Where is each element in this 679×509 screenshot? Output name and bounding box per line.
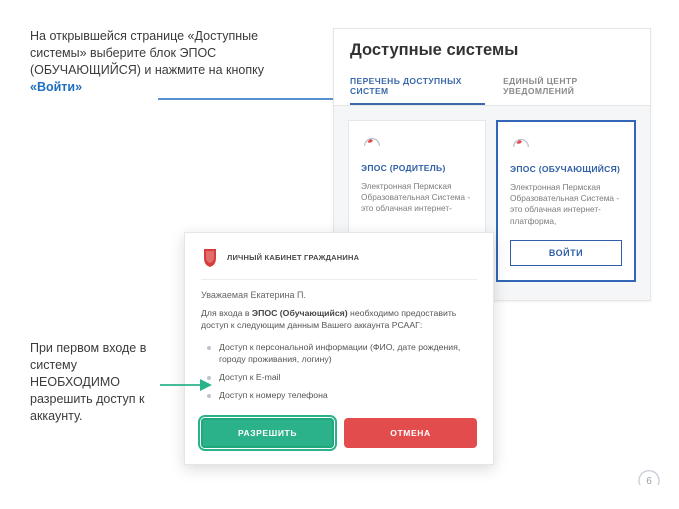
allow-button[interactable]: РАЗРЕШИТЬ [201,418,334,448]
instruction-top-text: На открывшейся странице «Доступные систе… [30,29,264,77]
coat-of-arms-icon [201,247,219,269]
modal-brand: ЛИЧНЫЙ КАБИНЕТ ГРАЖДАНИНА [201,247,477,269]
card-description: Электронная Пермская Образовательная Сис… [510,182,622,228]
epos-icon [510,134,532,156]
instruction-bottom: При первом входе в систему НЕОБХОДИМО ра… [30,340,160,424]
list-item: Доступ к номеру телефона [205,387,477,405]
cancel-button[interactable]: ОТМЕНА [344,418,477,448]
consent-list: Доступ к персональной информации (ФИО, д… [201,339,477,404]
card-epos-student[interactable]: ЭПОС (ОБУЧАЮЩИЙСЯ) Электронная Пермская … [496,120,636,282]
page-number: 6 [635,467,663,495]
page-number-badge: 6 [635,467,663,495]
epos-icon [361,133,383,155]
card-description: Электронная Пермская Образовательная Сис… [361,181,473,227]
panel-title: Доступные системы [334,29,650,68]
card-title: ЭПОС (ОБУЧАЮЩИЙСЯ) [510,164,622,174]
modal-brand-text: ЛИЧНЫЙ КАБИНЕТ ГРАЖДАНИНА [227,254,359,263]
card-title: ЭПОС (РОДИТЕЛЬ) [361,163,473,173]
modal-greeting: Уважаемая Екатерина П. [201,290,477,300]
list-item: Доступ к E-mail [205,369,477,387]
consent-modal: ЛИЧНЫЙ КАБИНЕТ ГРАЖДАНИНА Уважаемая Екат… [184,232,494,465]
instruction-top: На открывшейся странице «Доступные систе… [30,28,300,96]
list-item: Доступ к персональной информации (ФИО, д… [205,339,477,368]
modal-buttons: РАЗРЕШИТЬ ОТМЕНА [201,418,477,448]
tab-systems-list[interactable]: ПЕРЕЧЕНЬ ДОСТУПНЫХ СИСТЕМ [350,68,485,105]
panel-tabs: ПЕРЕЧЕНЬ ДОСТУПНЫХ СИСТЕМ ЕДИНЫЙ ЦЕНТР У… [334,68,650,106]
modal-lead: Для входа в ЭПОС (Обучающийся) необходим… [201,308,477,331]
instruction-top-highlight: «Войти» [30,80,82,94]
divider [201,279,477,280]
login-button[interactable]: ВОЙТИ [510,240,622,266]
tab-notifications[interactable]: ЕДИНЫЙ ЦЕНТР УВЕДОМЛЕНИЙ [503,68,634,105]
